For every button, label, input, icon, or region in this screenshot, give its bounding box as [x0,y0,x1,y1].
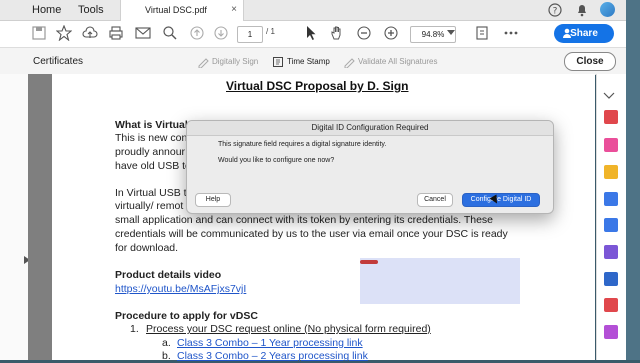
page-number-input[interactable]: 1 [237,26,263,43]
page-total: / 1 [266,27,275,36]
next-page-icon[interactable] [214,26,228,40]
more-tools-icon[interactable] [604,325,618,339]
what-is-heading: What is Virtual [115,119,188,131]
document-title: Virtual DSC Proposal by D. Sign [226,79,409,93]
certificates-label: Certificates [33,56,84,67]
cancel-button[interactable]: Cancel [417,193,453,207]
create-pdf-icon[interactable] [604,110,618,124]
left-nav-pane [0,74,29,360]
more-options-icon[interactable] [504,31,518,35]
video-link[interactable]: https://youtu.be/MsAFjxs7vjI [115,283,246,296]
para-line: small application and can connect with i… [115,214,494,226]
svg-text:?: ? [553,7,558,17]
dialog-message: This signature field requires a digital … [218,141,387,148]
step-1-link[interactable]: Process your DSC request online (No phys… [146,323,431,336]
para-line: This is new con [115,132,188,144]
star-icon[interactable] [56,25,72,41]
dialog-question: Would you like to configure one now? [218,157,335,164]
save-icon[interactable] [32,26,46,40]
para-line: virtually/ remot [115,200,184,212]
export-pdf-icon[interactable] [604,298,618,312]
validate-icon [344,58,355,68]
upload-cloud-icon[interactable] [82,25,98,41]
para-line: have old USB to [115,160,191,172]
pointer-icon[interactable] [304,25,318,41]
hand-tool-icon[interactable] [329,25,345,41]
share-label: Share [570,28,598,39]
organize-pages-icon[interactable] [604,218,618,232]
help-button[interactable]: Help [195,193,231,207]
tab-document[interactable]: Virtual DSC.pdf × [120,0,244,21]
tab-tools[interactable]: Tools [78,0,104,20]
class3-2-year-link[interactable]: Class 3 Combo – 2 Years processing link [177,350,368,363]
protect-icon[interactable] [604,272,618,286]
pen-sign-icon [198,58,209,68]
time-stamp-icon [273,57,283,67]
share-person-icon [563,28,571,38]
close-certificates-button[interactable]: Close [564,52,616,71]
bell-icon[interactable] [575,3,589,17]
expand-right-pane-icon[interactable] [603,89,615,101]
signature-field-marker [360,260,378,264]
sub-step-letter: a. [162,337,171,349]
desktop-background-edge [626,0,640,360]
combine-files-icon[interactable] [604,192,618,206]
tab-document-label: Virtual DSC.pdf [145,5,207,15]
previous-page-icon[interactable] [190,26,204,40]
configure-digital-id-button[interactable]: Configure Digital ID [462,193,540,207]
help-icon[interactable]: ? [548,3,562,17]
edit-pdf-icon[interactable] [604,138,618,152]
product-heading: Product details video [115,269,222,281]
chevron-down-icon[interactable] [447,30,455,36]
fill-sign-icon[interactable] [604,245,618,259]
comment-icon[interactable] [604,165,618,179]
para-line: proudly annour [115,146,186,158]
sub-step-letter: b. [162,350,171,362]
search-icon[interactable] [162,25,178,41]
time-stamp-button[interactable]: Time Stamp [287,57,330,66]
page-fit-icon[interactable] [474,25,490,41]
validate-all-signatures-button[interactable]: Validate All Signatures [358,57,437,66]
procedure-heading: Procedure to apply for vDSC [115,310,258,322]
digitally-sign-button[interactable]: Digitally Sign [212,57,258,66]
mail-icon[interactable] [135,26,151,40]
zoom-in-icon[interactable] [384,26,398,40]
para-line: for download. [115,242,179,254]
print-icon[interactable] [108,25,124,41]
zoom-out-icon[interactable] [357,26,371,40]
para-line: credentials will be communicated by us t… [115,228,508,240]
close-tab-icon[interactable]: × [231,0,237,20]
dialog-title: Digital ID Configuration Required [187,121,553,136]
class3-1-year-link[interactable]: Class 3 Combo – 1 Year processing link [177,337,363,350]
tab-home[interactable]: Home [32,0,61,20]
step-number: 1. [130,323,139,335]
avatar[interactable] [600,2,615,17]
signature-field[interactable] [360,258,520,304]
para-line: In Virtual USB t [115,187,187,199]
